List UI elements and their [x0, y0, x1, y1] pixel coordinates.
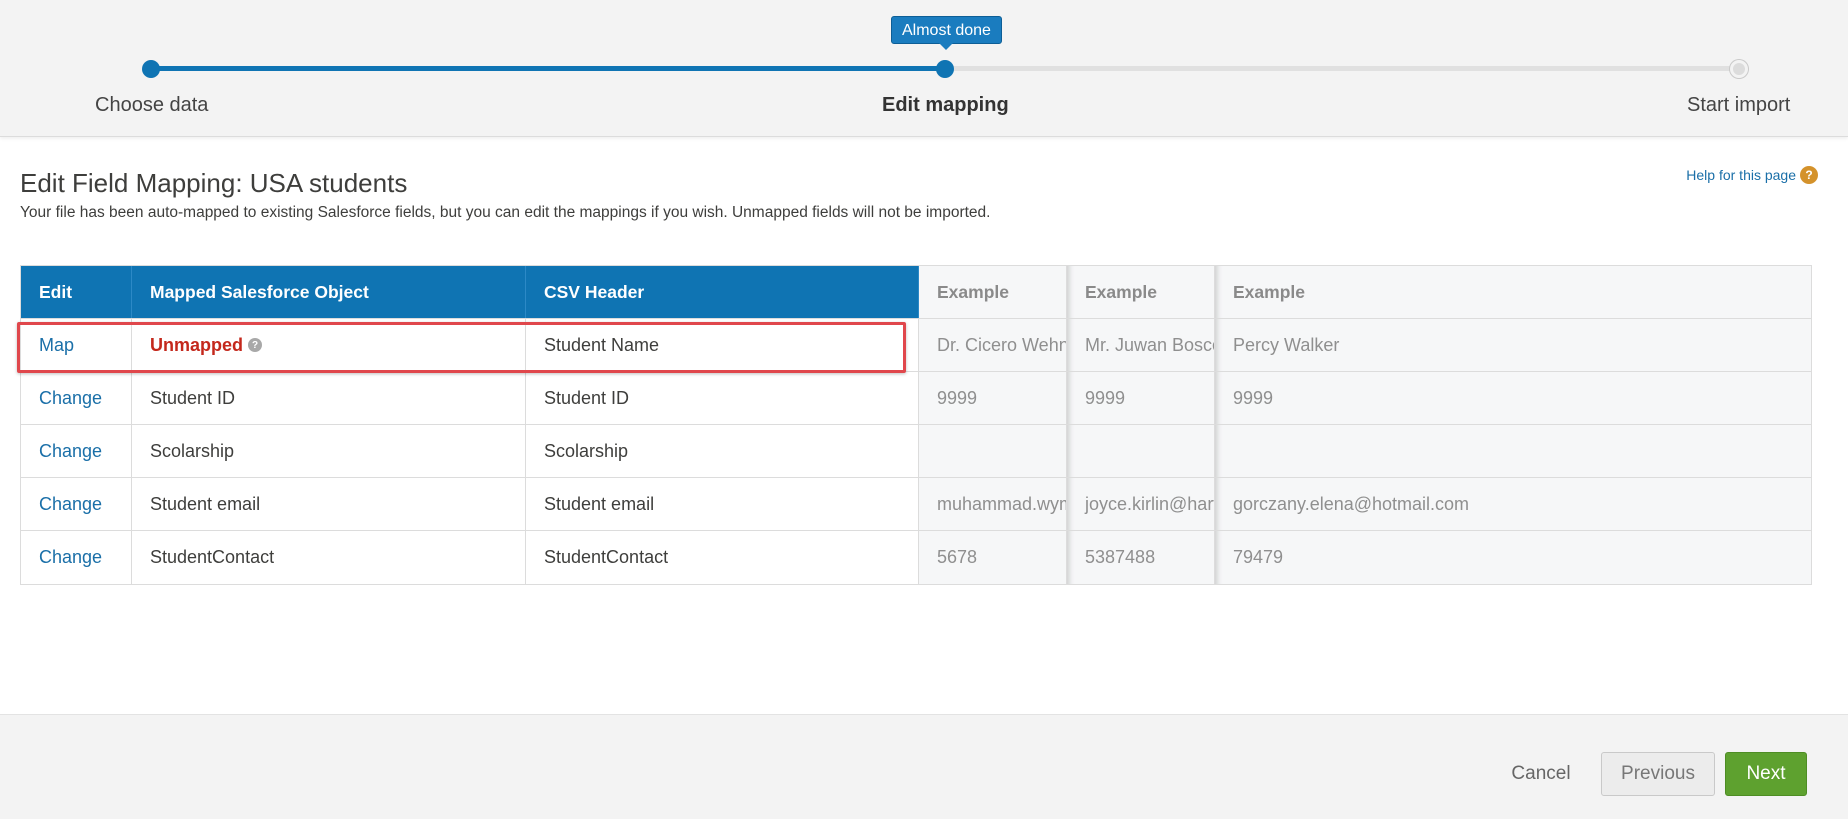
mapped-object-cell: StudentContact — [132, 531, 526, 584]
example-cell — [919, 425, 1067, 477]
example-cell: 5678 — [919, 531, 1067, 584]
example-cell: 9999 — [1067, 372, 1215, 424]
page-title: Edit Field Mapping: USA students — [20, 168, 408, 198]
step-dot-choose-data — [142, 60, 160, 78]
csv-header-cell: Scolarship — [526, 425, 919, 477]
mapped-object-cell: Scolarship — [132, 425, 526, 477]
example-cell: Dr. Cicero Wehner — [919, 319, 1067, 371]
progress-header: Almost done Choose data Edit mapping Sta… — [0, 0, 1848, 137]
change-link[interactable]: Change — [39, 388, 102, 409]
example-cell — [1215, 425, 1811, 477]
progress-tooltip: Almost done — [891, 16, 1002, 50]
mapped-object-cell: Student ID — [132, 372, 526, 424]
unmapped-label: Unmapped — [150, 334, 244, 355]
csv-header-cell: StudentContact — [526, 531, 919, 584]
field-mapping-table: Edit Mapped Salesforce Object CSV Header… — [20, 265, 1812, 585]
table-row: Change Student email Student email muham… — [21, 478, 1811, 531]
step-label-choose-data: Choose data — [95, 94, 209, 116]
table-row: Change Student ID Student ID 9999 9999 9… — [21, 372, 1811, 425]
column-header-mapped-object: Mapped Salesforce Object — [132, 266, 526, 318]
unmapped-status: Unmapped ? — [150, 334, 263, 356]
next-button[interactable]: Next — [1725, 752, 1807, 796]
example-cell: 9999 — [1215, 372, 1811, 424]
csv-header-cell: Student ID — [526, 372, 919, 424]
csv-header-cell: Student email — [526, 478, 919, 530]
map-link[interactable]: Map — [39, 335, 74, 356]
example-cell: muhammad.wym — [919, 478, 1067, 530]
example-cell: 79479 — [1215, 531, 1811, 584]
previous-button[interactable]: Previous — [1601, 752, 1715, 796]
step-label-edit-mapping: Edit mapping — [882, 94, 1009, 116]
column-header-edit: Edit — [21, 266, 132, 318]
table-row: Change StudentContact StudentContact 567… — [21, 531, 1811, 584]
column-header-csv-header: CSV Header — [526, 266, 919, 318]
question-icon: ? — [1800, 166, 1818, 184]
step-dot-start-import — [1730, 60, 1748, 78]
mapped-object-cell: Student email — [132, 478, 526, 530]
change-link[interactable]: Change — [39, 441, 102, 462]
page-description: Your file has been auto-mapped to existi… — [20, 204, 991, 221]
table-row: Change Scolarship Scolarship — [21, 425, 1811, 478]
step-label-start-import: Start import — [1687, 94, 1791, 116]
progress-track-fill — [151, 66, 945, 71]
example-cell: joyce.kirlin@harv — [1067, 478, 1215, 530]
csv-header-cell: Student Name — [526, 319, 919, 371]
column-header-example: Example — [1067, 266, 1215, 318]
table-row: Map Unmapped ? Student Name Dr. Cicero W… — [21, 319, 1811, 372]
column-header-example: Example — [919, 266, 1067, 318]
change-link[interactable]: Change — [39, 547, 102, 568]
help-link[interactable]: Help for this page ? — [1686, 166, 1818, 184]
help-icon[interactable]: ? — [248, 338, 263, 352]
example-cell: 5387488 — [1067, 531, 1215, 584]
example-cell: Mr. Juwan Bosco — [1067, 319, 1215, 371]
example-cell: 9999 — [919, 372, 1067, 424]
cancel-button[interactable]: Cancel — [1496, 752, 1586, 796]
example-cell — [1067, 425, 1215, 477]
step-dot-edit-mapping — [936, 60, 954, 78]
help-link-label: Help for this page — [1686, 167, 1796, 183]
example-cell: Percy Walker — [1215, 319, 1811, 371]
column-header-example: Example — [1215, 266, 1811, 318]
change-link[interactable]: Change — [39, 494, 102, 515]
example-cell: gorczany.elena@hotmail.com — [1215, 478, 1811, 530]
table-header-row: Edit Mapped Salesforce Object CSV Header… — [21, 266, 1811, 319]
